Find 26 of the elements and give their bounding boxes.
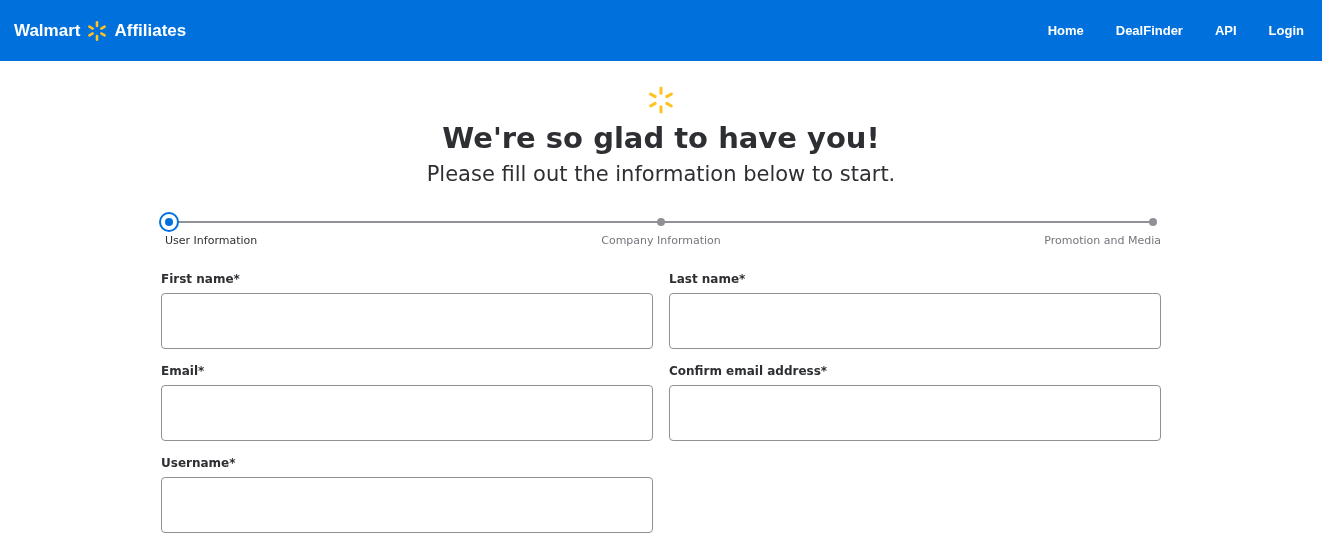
nav-link[interactable]: DealFinder (1097, 23, 1197, 38)
nav-link[interactable]: API (1196, 23, 1251, 38)
step-label[interactable]: User Information (165, 234, 258, 247)
step-dot[interactable] (1149, 218, 1157, 226)
step-label[interactable]: Promotion and Media (1044, 234, 1161, 247)
spark-icon (86, 19, 109, 42)
nav-link[interactable]: Home (1029, 23, 1098, 38)
field-label: Confirm email address* (669, 363, 829, 379)
step-dot[interactable] (161, 214, 177, 230)
input-field[interactable] (161, 293, 653, 349)
field-label: Last name* (669, 271, 747, 287)
page-title: We're so glad to have you! (442, 120, 880, 156)
step-label[interactable]: Company Information (601, 234, 721, 247)
brand-name: Walmart (14, 20, 81, 41)
field-label: Username* (161, 455, 237, 471)
field-label: First name* (161, 271, 241, 287)
step-dot[interactable] (657, 218, 665, 226)
input-field[interactable] (669, 293, 1161, 349)
nav-link[interactable]: Login (1250, 23, 1318, 38)
input-field[interactable] (161, 385, 653, 441)
input-field[interactable] (669, 385, 1161, 441)
spark-icon (647, 86, 675, 114)
product-name: Affiliates (114, 20, 187, 41)
field-label: Email* (161, 363, 206, 379)
page-subtitle: Please fill out the information below to start. (426, 161, 896, 188)
input-field[interactable] (161, 477, 653, 533)
